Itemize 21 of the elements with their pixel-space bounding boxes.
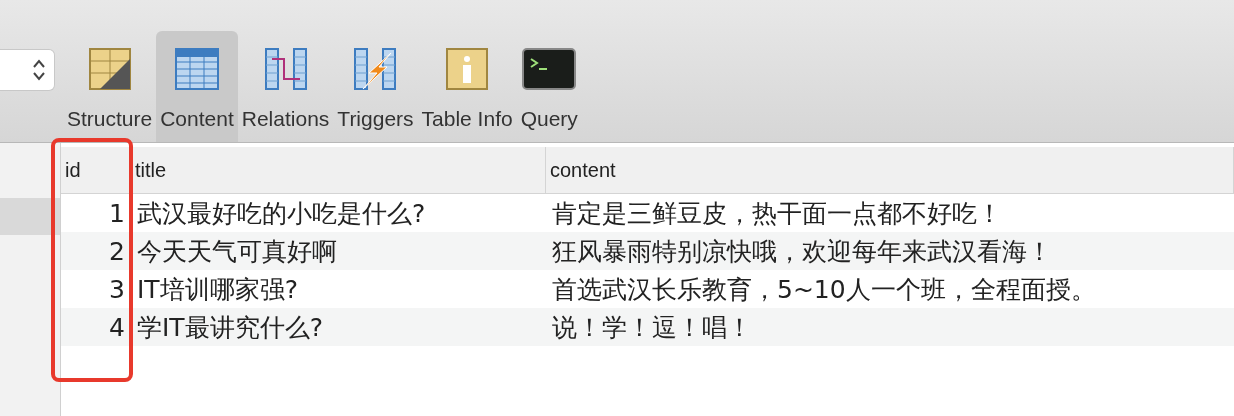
toolbar-tab[interactable]: Relations	[237, 31, 334, 142]
table-cell-text: 学IT最讲究什么?	[136, 311, 324, 344]
table-cell-text: 首选武汉长乐教育，5~10人一个班，全程面授。	[551, 273, 1097, 306]
table-cell-text: IT培训哪家强?	[136, 273, 299, 306]
table-cell-text: 今天天气可真好啊	[136, 235, 338, 268]
table-cell-text: 说！学！逗！唱！	[551, 311, 753, 344]
column-header[interactable]: content	[546, 147, 1234, 193]
column-header[interactable]: title	[131, 147, 546, 193]
toolbar-tab[interactable]: Query	[516, 31, 582, 142]
table-cell-text: 肯定是三鲜豆皮，热干面一点都不好吃！	[551, 197, 1003, 230]
toolbar-tab[interactable]: Triggers	[333, 31, 418, 142]
table-cell-text: 1	[108, 197, 126, 230]
table-cell-text: 4	[108, 311, 126, 344]
toolbar-tab[interactable]: Table Info	[417, 31, 517, 142]
column-header[interactable]: id	[61, 147, 131, 193]
table-cell-text: 狂风暴雨特别凉快哦，欢迎每年来武汉看海！	[551, 235, 1053, 268]
table-cell-text: 武汉最好吃的小吃是什么?	[136, 197, 427, 230]
table-cell-text: 3	[108, 273, 126, 306]
toolbar-tab[interactable]: Content	[156, 31, 238, 142]
toolbar-tab[interactable]: Structure	[63, 31, 157, 142]
table-cell-text: 2	[108, 235, 126, 268]
